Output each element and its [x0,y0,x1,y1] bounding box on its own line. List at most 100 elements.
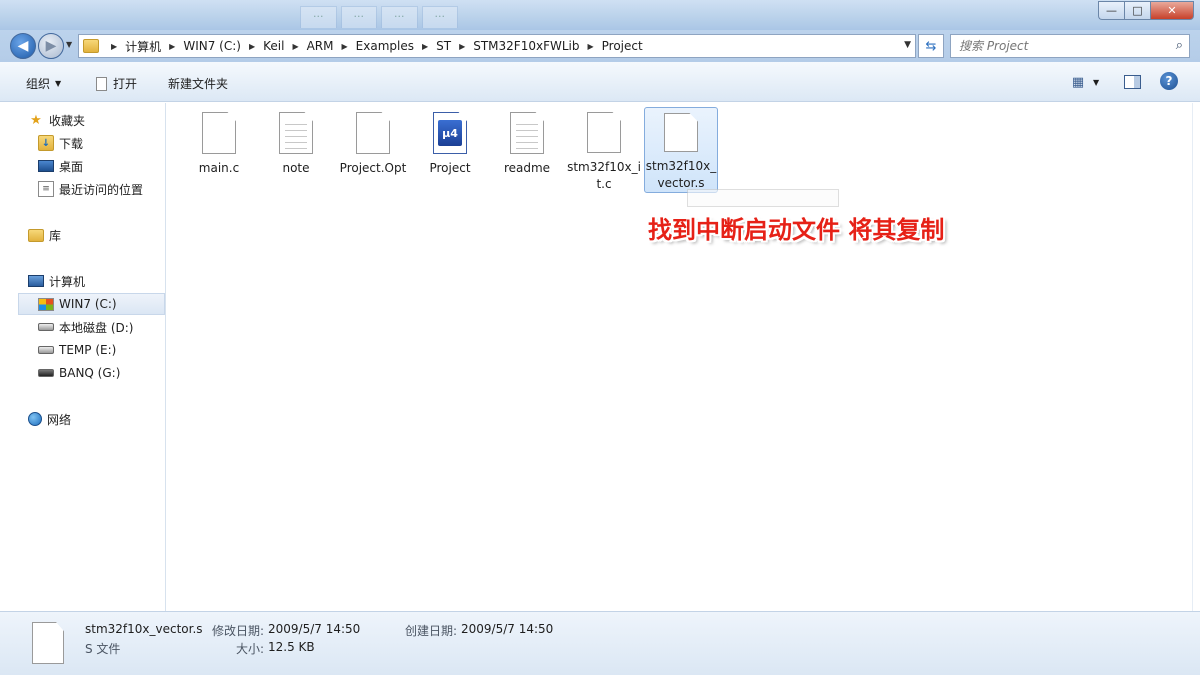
breadcrumb-item[interactable]: ARM [307,39,334,53]
organize-label: 组织 [26,77,51,91]
view-options-dropdown-icon[interactable]: ▼ [1093,72,1099,92]
star-icon: ★ [30,112,42,128]
annotation-text: 找到中断启动文件 将其复制 [648,215,945,244]
details-filetype: S 文件 [85,642,121,656]
sidebar-item-drive-c[interactable]: WIN7 (C:) [18,293,165,315]
file-item[interactable]: Project.Opt [336,107,410,193]
ghost-tab: ··· [381,6,418,28]
close-button[interactable]: ✕ [1150,1,1194,20]
breadcrumb-item[interactable]: ST [436,39,451,53]
breadcrumb-item[interactable]: Examples [356,39,414,53]
size-label: 大小: [236,642,265,656]
file-item[interactable]: note [259,107,333,193]
breadcrumb-arrow-icon[interactable]: ▶ [111,42,117,51]
sidebar-item-favorites[interactable]: ★ 收藏夹 [28,109,85,131]
hard-drive-icon [38,346,54,354]
sidebar-item-label: BANQ (G:) [59,366,121,380]
sidebar-item-label: 桌面 [59,159,84,174]
sidebar-item-label: 最近访问的位置 [59,182,144,197]
sidebar-item-label: 库 [49,228,62,243]
file-name: main.c [198,161,240,175]
open-button[interactable]: 打开 [96,75,137,92]
organize-button[interactable]: 组织 ▼ [26,75,61,92]
file-name: Project [429,161,471,175]
window-controls: — □ ✕ [1098,1,1194,20]
sidebar-item-label: TEMP (E:) [59,343,117,357]
breadcrumb-arrow-icon[interactable]: ▶ [459,42,465,51]
computer-icon [28,275,44,287]
file-item[interactable]: main.c [182,107,256,193]
help-icon[interactable]: ? [1160,72,1178,90]
search-icon[interactable]: ⌕ [1176,38,1183,53]
sidebar-item-desktop[interactable]: 桌面 [38,155,83,177]
refresh-button[interactable]: ⇆ [918,34,944,58]
library-icon [28,228,44,242]
search-box[interactable]: ⌕ [950,34,1190,58]
vertical-scrollbar[interactable] [1192,103,1200,611]
preview-pane-icon[interactable] [1124,75,1141,89]
breadcrumb-arrow-icon[interactable]: ▶ [292,42,298,51]
breadcrumb-item[interactable]: Keil [263,39,284,53]
back-button[interactable]: ◀ [10,33,36,59]
title-bar: ··· ··· ··· ··· — □ ✕ [0,0,1200,30]
file-item[interactable]: μ4 Project [413,107,487,193]
sidebar-item-recent-places[interactable]: ≡ 最近访问的位置 [38,178,143,200]
sidebar-item-label: 下载 [59,136,84,151]
breadcrumb-arrow-icon[interactable]: ▶ [169,42,175,51]
ghost-tab: ··· [421,6,458,28]
folder-icon [83,39,99,53]
ghost-tab: ··· [300,6,337,28]
breadcrumb: ▶ 计算机 ▶ WIN7 (C:) ▶ Keil ▶ ARM ▶ Example… [103,38,643,55]
sidebar-item-computer[interactable]: 计算机 [28,270,85,292]
address-bar[interactable]: ▶ 计算机 ▶ WIN7 (C:) ▶ Keil ▶ ARM ▶ Example… [78,34,916,58]
generic-file-icon [202,112,236,154]
address-history-dropdown-icon[interactable]: ▼ [904,40,911,50]
sidebar-item-label: 网络 [47,412,72,427]
recent-pages-dropdown-icon[interactable]: ▼ [66,40,72,49]
maximize-button[interactable]: □ [1124,1,1150,20]
breadcrumb-arrow-icon[interactable]: ▶ [587,42,593,51]
breadcrumb-arrow-icon[interactable]: ▶ [342,42,348,51]
breadcrumb-arrow-icon[interactable]: ▶ [422,42,428,51]
new-folder-button[interactable]: 新建文件夹 [168,75,228,92]
generic-file-icon [664,113,698,152]
navigation-pane: ★ 收藏夹 ↓ 下载 桌面 ≡ 最近访问的位置 库 计算机 WIN7 (C:) … [0,103,166,611]
text-file-icon [510,112,544,154]
breadcrumb-item[interactable]: STM32F10xFWLib [473,39,579,53]
recent-places-icon: ≡ [38,181,54,197]
breadcrumb-item[interactable]: WIN7 (C:) [183,39,241,53]
breadcrumb-item[interactable]: 计算机 [125,38,161,55]
file-name: readme [503,161,551,175]
file-name: stm32f10x_vector.s [645,159,717,190]
minimize-button[interactable]: — [1098,1,1124,20]
windows-drive-icon [38,297,54,311]
sidebar-item-libraries[interactable]: 库 [28,224,61,246]
open-label: 打开 [113,77,138,91]
network-icon [28,412,42,426]
created-value: 2009/5/7 14:50 [461,622,554,636]
command-bar: 组织 ▼ 打开 新建文件夹 ▦ ▼ ? [0,62,1200,102]
change-view-icon[interactable]: ▦ [1070,72,1086,92]
file-item[interactable]: stm32f10x_it.c [567,107,641,193]
breadcrumb-arrow-icon[interactable]: ▶ [249,42,255,51]
new-folder-label: 新建文件夹 [168,77,229,91]
sidebar-item-drive-g[interactable]: BANQ (G:) [38,362,120,384]
file-item[interactable]: readme [490,107,564,193]
sidebar-item-label: 本地磁盘 (D:) [59,320,134,335]
file-item-selected[interactable]: stm32f10x_vector.s [644,107,718,193]
ghost-tab: ··· [340,6,377,28]
forward-button[interactable]: ▶ [38,33,64,59]
background-window-tabs: ··· ··· ··· ··· [300,6,458,30]
removable-drive-icon [38,369,54,377]
sidebar-item-network[interactable]: 网络 [28,408,71,430]
address-row: ◀ ▶ ▼ ▶ 计算机 ▶ WIN7 (C:) ▶ Keil ▶ ARM ▶ E… [0,30,1200,62]
sidebar-item-downloads[interactable]: ↓ 下载 [38,132,83,154]
file-name: Project.Opt [339,161,407,175]
breadcrumb-item[interactable]: Project [602,39,643,53]
chevron-down-icon: ▼ [55,79,62,88]
sidebar-item-drive-e[interactable]: TEMP (E:) [38,339,116,361]
search-input[interactable] [959,39,1159,53]
uvision-project-icon: μ4 [433,112,467,154]
sidebar-item-drive-d[interactable]: 本地磁盘 (D:) [38,316,133,338]
file-list[interactable]: main.c note Project.Opt μ4 Project readm… [167,103,1192,611]
